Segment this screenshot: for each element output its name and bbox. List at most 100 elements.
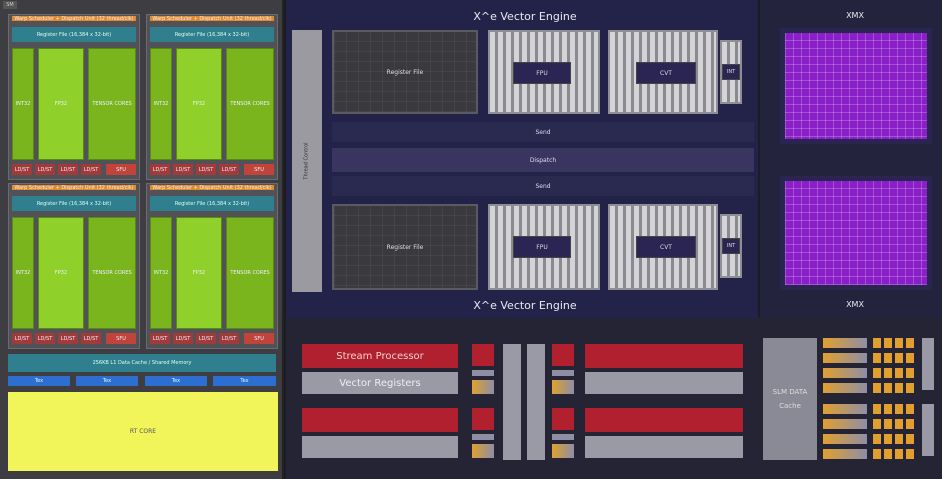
small-orange-unit (873, 419, 881, 429)
int32-column: INT32 (150, 48, 172, 160)
sm-label: SM (3, 1, 17, 9)
small-orange-unit (884, 338, 892, 348)
orange-unit-1 (472, 380, 494, 394)
vector-engine-top-title: X^e Vector Engine (473, 9, 577, 23)
small-orange-unit (895, 434, 903, 444)
small-bar-3 (552, 370, 574, 376)
right-bar-2 (922, 404, 934, 456)
small-orange-unit (873, 383, 881, 393)
register-file-bar: Register File (16,384 x 32-bit) (150, 27, 274, 42)
em-int-top: INT (722, 64, 740, 80)
vector-registers: Vector Registers (302, 372, 458, 394)
small-orange-unit (895, 404, 903, 414)
stream-processor-4 (585, 408, 743, 432)
int32-column: INT32 (12, 217, 34, 329)
small-orange-unit (906, 368, 914, 378)
ldst-unit: LD/ST (58, 164, 78, 175)
warp-scheduler-header: Warp Scheduler + Dispatch Unit (32 threa… (12, 185, 136, 190)
red-unit-4 (552, 408, 574, 430)
tensor-core-column: TENSOR CORES (88, 48, 136, 160)
wide-orange-unit (823, 404, 867, 414)
ldst-unit: LD/ST (196, 333, 216, 344)
small-orange-unit (884, 404, 892, 414)
em-int-bottom: INT (722, 238, 740, 254)
small-orange-unit (906, 449, 914, 459)
stream-processor-2 (302, 408, 458, 432)
wide-orange-unit (823, 449, 867, 459)
vector-engine-bottom-title: X^e Vector Engine (473, 298, 577, 312)
tensor-core-column: TENSOR CORES (226, 217, 274, 329)
cvt-bottom-label: CVT (636, 236, 696, 258)
tex-unit-2: Tex (76, 376, 138, 386)
warp-scheduler-header: Warp Scheduler + Dispatch Unit (32 threa… (150, 16, 274, 21)
xmx-bottom-label: XMX (846, 299, 864, 309)
small-orange-unit (895, 338, 903, 348)
fp32-column: FP32 (38, 48, 84, 160)
small-orange-unit (895, 449, 903, 459)
red-unit-3 (552, 344, 574, 366)
fpu-bottom-label: FPU (513, 236, 571, 258)
register-file-bar: Register File (16,384 x 32-bit) (12, 27, 136, 42)
sfu-unit: SFU (106, 164, 136, 175)
warp-scheduler-header: Warp Scheduler + Dispatch Unit (32 threa… (12, 16, 136, 21)
small-bar-2 (472, 434, 494, 440)
ldst-unit: LD/ST (35, 164, 55, 175)
small-orange-unit (884, 383, 892, 393)
ldst-unit: LD/ST (81, 164, 101, 175)
small-orange-unit (895, 368, 903, 378)
small-bar-4 (552, 434, 574, 440)
small-orange-unit (884, 449, 892, 459)
thread-control-label: Thread Control (304, 142, 310, 180)
small-orange-unit (906, 383, 914, 393)
send-bus-bottom: Send (332, 176, 754, 196)
thread-control: Thread Control (292, 30, 322, 292)
dispatch-bus: Dispatch (332, 148, 754, 172)
register-file-bottom: Register File (332, 204, 478, 290)
orange-unit-4 (552, 444, 574, 458)
ldst-unit: LD/ST (219, 333, 239, 344)
tex-unit-3: Tex (145, 376, 207, 386)
send-bus-top: Send (332, 122, 754, 142)
small-orange-unit (906, 419, 914, 429)
small-orange-unit (906, 338, 914, 348)
fp32-column: FP32 (176, 48, 222, 160)
ldst-unit: LD/ST (81, 333, 101, 344)
register-file-top: Register File (332, 30, 478, 114)
fp32-column: FP32 (176, 217, 222, 329)
red-unit-2 (472, 408, 494, 430)
mux-1 (503, 344, 521, 460)
cvt-top-label: CVT (636, 62, 696, 84)
l1-cache-bar: 256KB L1 Data Cache / Shared Memory (8, 354, 276, 372)
ldst-unit: LD/ST (173, 333, 193, 344)
small-orange-unit (873, 338, 881, 348)
vector-registers-3 (585, 372, 743, 394)
ldst-unit: LD/ST (196, 164, 216, 175)
fp32-column: FP32 (38, 217, 84, 329)
ldst-unit: LD/ST (12, 164, 32, 175)
small-orange-unit (873, 449, 881, 459)
orange-unit-3 (552, 380, 574, 394)
warp-scheduler-header: Warp Scheduler + Dispatch Unit (32 threa… (150, 185, 274, 190)
ldst-unit: LD/ST (150, 333, 170, 344)
small-orange-unit (873, 368, 881, 378)
tex-unit-4: Tex (213, 376, 276, 386)
wide-orange-unit (823, 419, 867, 429)
ldst-unit: LD/ST (173, 164, 193, 175)
stream-processor: Stream Processor (302, 344, 458, 368)
rt-core: RT CORE (8, 392, 278, 471)
small-orange-unit (906, 404, 914, 414)
mux-2 (527, 344, 545, 460)
stream-processor-3 (585, 344, 743, 368)
small-orange-unit (895, 419, 903, 429)
xmx-array-top (780, 28, 932, 144)
small-orange-unit (895, 383, 903, 393)
right-bar-1 (922, 338, 934, 390)
sfu-unit: SFU (244, 164, 274, 175)
vector-registers-4 (585, 436, 743, 458)
tensor-core-column: TENSOR CORES (226, 48, 274, 160)
register-file-bottom-label: Register File (386, 243, 424, 251)
fpu-top-label: FPU (513, 62, 571, 84)
wide-orange-unit (823, 353, 867, 363)
int32-column: INT32 (12, 48, 34, 160)
small-orange-unit (873, 404, 881, 414)
